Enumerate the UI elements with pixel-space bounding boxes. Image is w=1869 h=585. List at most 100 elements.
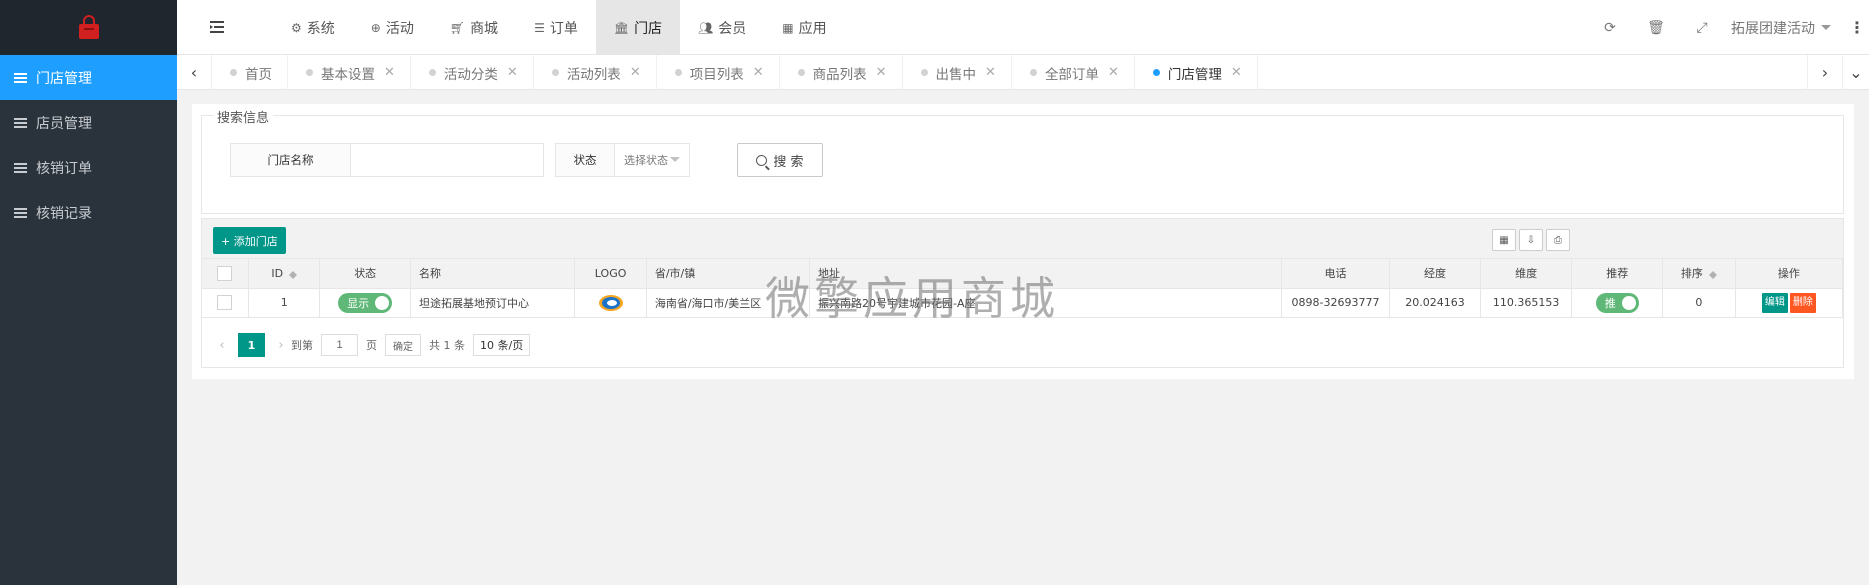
- tab-product-list[interactable]: 商品列表 ✕: [780, 55, 903, 90]
- tab-label: 项目列表: [689, 66, 744, 83]
- menu-label: 系统: [306, 20, 335, 37]
- tab-activity-category[interactable]: 活动分类 ✕: [411, 55, 534, 90]
- tab-basic-settings[interactable]: 基本设置 ✕: [288, 55, 411, 90]
- refresh-icon[interactable]: ⟳: [1587, 20, 1633, 36]
- recommend-switch[interactable]: 推: [1595, 292, 1639, 313]
- top-menu-store[interactable]: 🏛︎ 门店: [595, 0, 681, 55]
- store-name-input[interactable]: [351, 144, 543, 176]
- user-menu[interactable]: 拓展团建活动: [1725, 18, 1845, 38]
- status-select[interactable]: 选择状态: [615, 144, 689, 176]
- trash-icon[interactable]: 🗑︎: [1633, 20, 1679, 36]
- tab-project-list[interactable]: 项目列表 ✕: [657, 55, 780, 90]
- col-name: 名称: [410, 259, 576, 289]
- row-select-cell: [202, 288, 249, 318]
- current-page[interactable]: 1: [238, 333, 265, 357]
- top-header: ⚙ 系统 ⊕ 活动 🛒︎ 商城 ☰ 订单 🏛︎ 门店 👥︎ 会员 ▦ 应用 ⟳ 🗑︎ ⤢ 拓展…: [177, 0, 1869, 55]
- top-menu-mall[interactable]: 🛒︎ 商城: [432, 0, 516, 55]
- sidebar-item-verify-records[interactable]: 核销记录: [0, 190, 177, 235]
- menu-label: 订单: [549, 20, 578, 37]
- users-icon: 👥︎: [698, 20, 714, 35]
- col-sort[interactable]: 排序: [1662, 259, 1736, 289]
- tabs-dropdown-icon[interactable]: ⌄: [1842, 55, 1869, 90]
- close-icon[interactable]: ✕: [985, 65, 996, 80]
- search-button-label: 搜 索: [773, 154, 804, 170]
- tabs-scroll-left-icon[interactable]: ‹: [177, 55, 212, 90]
- close-icon[interactable]: ✕: [384, 65, 395, 80]
- fullscreen-icon[interactable]: ⤢: [1679, 20, 1725, 36]
- close-icon[interactable]: ✕: [507, 65, 518, 80]
- menu-toggle-icon[interactable]: [210, 19, 224, 35]
- col-id[interactable]: ID: [248, 259, 321, 289]
- confirm-jump-button[interactable]: 确定: [385, 334, 421, 356]
- top-menu-system[interactable]: ⚙ 系统: [273, 0, 353, 55]
- goto-label: 到第: [291, 339, 313, 352]
- select-all-checkbox[interactable]: [217, 265, 233, 281]
- print-icon[interactable]: ⎙: [1546, 229, 1570, 251]
- select-all-cell: [202, 259, 249, 289]
- menu-label: 商城: [470, 20, 499, 37]
- sidebar-item-store-management[interactable]: 门店管理: [0, 55, 177, 100]
- tab-all-orders[interactable]: 全部订单 ✕: [1012, 55, 1135, 90]
- table-header-row: ID 状态 名称 LOGO 省/市/镇 地址 电话 经度 维度 推荐 排序 操作: [202, 259, 1844, 289]
- cell-name: 坦途拓展基地预订中心: [410, 288, 576, 318]
- prev-page-icon[interactable]: ‹: [212, 338, 232, 353]
- tab-dot: [306, 69, 313, 76]
- col-sort-label: 排序: [1680, 267, 1703, 281]
- tab-home[interactable]: 首页: [212, 55, 288, 90]
- list-icon: [14, 162, 27, 173]
- col-phone: 电话: [1281, 259, 1391, 289]
- col-status: 状态: [319, 259, 411, 289]
- pagination: ‹ 1 › 到第 页 确定 共 1 条 10 条/页: [202, 329, 531, 361]
- top-menu-members[interactable]: 👥︎ 会员: [680, 0, 764, 55]
- tab-label: 商品列表: [812, 66, 867, 83]
- close-icon[interactable]: ✕: [630, 65, 641, 80]
- close-icon[interactable]: ✕: [876, 65, 887, 80]
- close-icon[interactable]: ✕: [1108, 65, 1119, 80]
- tab-dot: [428, 69, 436, 76]
- tab-on-sale[interactable]: 出售中 ✕: [903, 55, 1012, 90]
- cell-address: 振兴南路20号宇建城市花园-A座: [809, 288, 1282, 318]
- menu-label: 活动: [385, 20, 414, 37]
- store-name-group: 门店名称: [230, 143, 544, 177]
- sort-icon[interactable]: [1708, 269, 1717, 280]
- tab-label: 出售中: [935, 66, 977, 83]
- tab-dot: [797, 69, 805, 76]
- close-icon[interactable]: ✕: [753, 65, 764, 80]
- sidebar-item-verify-orders[interactable]: 核销订单: [0, 145, 177, 190]
- cart-icon: 🛒︎: [449, 20, 466, 35]
- col-ops: 操作: [1735, 259, 1844, 289]
- page-size-select[interactable]: 10 条/页: [473, 334, 531, 356]
- export-icon[interactable]: ⇩: [1519, 229, 1543, 251]
- search-button[interactable]: 搜 索: [737, 143, 823, 177]
- sidebar-item-label: 核销记录: [36, 205, 92, 222]
- tab-dot: [230, 69, 237, 76]
- next-page-icon[interactable]: ›: [271, 338, 291, 353]
- switch-knob: [1621, 295, 1636, 310]
- add-store-button[interactable]: + 添加门店: [213, 227, 286, 254]
- row-checkbox[interactable]: [217, 295, 233, 310]
- store-table: ID 状态 名称 LOGO 省/市/镇 地址 电话 经度 维度 推荐 排序 操作: [202, 259, 1844, 318]
- tab-store-management[interactable]: 门店管理 ✕: [1135, 55, 1258, 90]
- sidebar-item-clerk-management[interactable]: 店员管理: [0, 100, 177, 145]
- menu-label: 应用: [798, 20, 827, 37]
- list-icon: [14, 117, 27, 128]
- edit-button[interactable]: 编辑: [1761, 292, 1788, 313]
- status-switch[interactable]: 显示: [338, 292, 393, 313]
- close-icon[interactable]: ✕: [1231, 65, 1242, 80]
- page-unit-label: 页: [366, 339, 377, 352]
- shopping-bag-icon: [78, 14, 99, 39]
- page-jump-input[interactable]: [321, 334, 358, 356]
- tabs-scroll-right-icon[interactable]: ›: [1807, 55, 1842, 90]
- sort-icon[interactable]: [289, 269, 298, 279]
- top-menu-orders[interactable]: ☰ 订单: [516, 0, 596, 55]
- more-vertical-icon[interactable]: ⋮: [1845, 18, 1869, 37]
- sidebar: 门店管理 店员管理 核销订单 核销记录: [0, 0, 177, 585]
- delete-button[interactable]: 删除: [1789, 292, 1816, 313]
- top-menu-activity[interactable]: ⊕ 活动: [353, 0, 432, 55]
- grid-icon: ▦: [782, 20, 794, 35]
- tab-activity-list[interactable]: 活动列表 ✕: [534, 55, 657, 90]
- table-panel: + 添加门店 ▦ ⇩ ⎙ ID 状态 名称 LOGO 省/市/镇 地址 电话 经…: [201, 218, 1844, 368]
- columns-icon[interactable]: ▦: [1492, 229, 1516, 251]
- top-menu-apps[interactable]: ▦ 应用: [764, 0, 844, 55]
- table-toolbar: + 添加门店 ▦ ⇩ ⎙: [202, 219, 1843, 259]
